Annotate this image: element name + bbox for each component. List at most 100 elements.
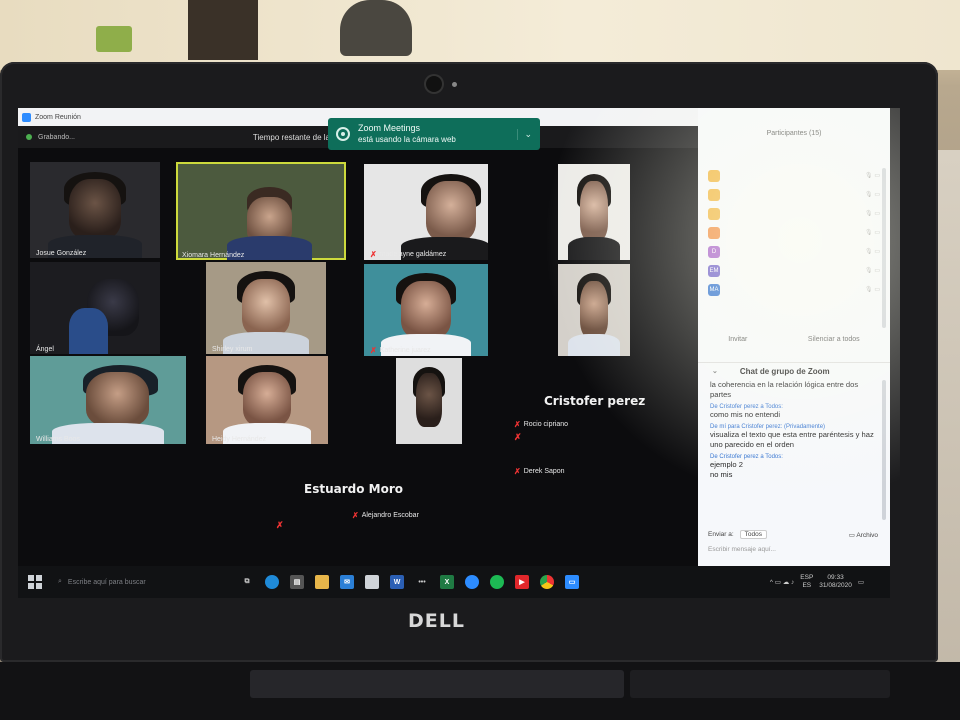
message-body: la coherencia en la relación lógica entr…: [710, 380, 859, 399]
message-body: como mis no entendi: [710, 410, 781, 419]
chat-send-row: Enviar a: Todos ▭ Archivo: [698, 530, 890, 539]
participant-video: [69, 179, 121, 239]
windows-start-icon[interactable]: [28, 575, 42, 589]
participant-row[interactable]: 🎙 ▭: [698, 166, 890, 185]
app-icon[interactable]: •••: [415, 575, 429, 589]
background-object: [188, 0, 258, 60]
record-dot-icon: [26, 134, 32, 140]
video-tile-active-speaker[interactable]: Xiomara Hernández: [176, 162, 346, 260]
mic-muted-icon: ✗: [352, 511, 359, 520]
participant-row[interactable]: 🎙 ▭: [698, 204, 890, 223]
clock-time: 09:33: [827, 574, 844, 581]
tray-icons[interactable]: ^ ▭ ☁ ♪: [770, 578, 794, 586]
avatar: [708, 169, 720, 182]
mic-muted-icon: ✗: [514, 466, 521, 476]
webcam-icon: [336, 127, 350, 141]
camera-notification[interactable]: Zoom Meetings está usando la cámara web …: [328, 118, 540, 150]
mute-all-button[interactable]: Silenciar a todos: [808, 336, 860, 343]
message-body: visualiza el texto que esta entre parént…: [710, 430, 874, 449]
mic-icon: 🎙 ▭: [865, 211, 880, 217]
chrome-icon[interactable]: [540, 575, 554, 589]
chat-scrollbar[interactable]: [882, 380, 886, 520]
participant-shirt: [69, 308, 108, 354]
participant-row[interactable]: EM 🎙 ▭: [698, 261, 890, 280]
participant-name: Josue González: [36, 250, 87, 257]
participant-row[interactable]: MA 🎙 ▭: [698, 280, 890, 299]
task-view-icon[interactable]: ⧉: [240, 575, 254, 589]
clock[interactable]: 09:33 31/08/2020: [819, 574, 852, 590]
participant-name: Katherine juarez: [379, 347, 431, 354]
store-icon[interactable]: ▤: [290, 575, 304, 589]
video-tile[interactable]: [396, 358, 462, 444]
webcam: [426, 76, 442, 92]
video-tile[interactable]: ✗ madelayne galdámez: [364, 164, 488, 260]
participant-row[interactable]: 🎙 ▭: [698, 223, 890, 242]
participant-row[interactable]: 🎙 ▭: [698, 185, 890, 204]
word-icon[interactable]: W: [390, 575, 404, 589]
photos-icon[interactable]: [365, 575, 379, 589]
video-tile[interactable]: Williams Boos: [30, 356, 186, 444]
participant-video: [86, 371, 149, 427]
taskbar-apps: ⧉ ▤ ✉ W ••• X ▶ ▭: [240, 575, 579, 589]
mic-icon: 🎙 ▭: [865, 173, 880, 179]
time-remaining-label: Tiempo restante de la: [252, 132, 330, 142]
language-indicator[interactable]: ESP ES: [800, 574, 813, 590]
file-explorer-icon[interactable]: [315, 575, 329, 589]
youtube-icon[interactable]: ▶: [515, 575, 529, 589]
participant-name-tile[interactable]: Estuardo Moro: [304, 482, 403, 496]
video-tile[interactable]: [558, 164, 630, 260]
chevron-down-icon[interactable]: ⌄: [712, 367, 718, 375]
mail-icon[interactable]: ✉: [340, 575, 354, 589]
zoom-icon[interactable]: ▭: [565, 575, 579, 589]
avatar: [708, 188, 720, 201]
side-panel: Participantes (15) 🎙 ▭ 🎙 ▭ 🎙 ▭ 🎙 ▭ D 🎙 ▭ …: [698, 108, 890, 576]
invite-button[interactable]: Invitar: [728, 336, 747, 343]
video-tile[interactable]: Shirley xirum: [206, 262, 326, 354]
participant-name-tile[interactable]: Cristofer perez: [544, 394, 645, 408]
wall: [0, 0, 960, 70]
mic-icon: 🎙 ▭: [865, 230, 880, 236]
avatar: [708, 226, 720, 239]
background-box: [96, 26, 132, 52]
chevron-down-icon[interactable]: ⌄: [517, 128, 532, 140]
excel-icon[interactable]: X: [440, 575, 454, 589]
file-button[interactable]: ▭ Archivo: [849, 531, 878, 539]
laptop-base: [0, 662, 960, 720]
participant-name: Alejandro Escobar: [361, 512, 419, 519]
mic-muted-icon: ✗: [514, 432, 522, 442]
search-placeholder: Escribe aquí para buscar: [67, 578, 146, 586]
video-tile[interactable]: Ángel: [30, 262, 160, 354]
video-tile[interactable]: Heidy Hernández: [206, 356, 328, 444]
participant-name: Williams Boos: [36, 436, 80, 443]
avatar: D: [708, 245, 720, 258]
notifications-icon[interactable]: ▭: [858, 578, 864, 586]
system-tray: ^ ▭ ☁ ♪ ESP ES 09:33 31/08/2020 ▭: [770, 574, 864, 590]
webcam-led: [452, 82, 457, 87]
participant-row[interactable]: D 🎙 ▭: [698, 242, 890, 261]
taskbar-search[interactable]: ⌕ Escribe aquí para buscar: [58, 572, 228, 592]
chat-messages: la coherencia en la relación lógica entr…: [698, 380, 876, 484]
edge-icon[interactable]: [265, 575, 279, 589]
participant-video: [579, 181, 609, 241]
participant-video: [242, 278, 290, 336]
chat-input[interactable]: Escribir mensaje aquí...: [708, 546, 776, 553]
notification-title: Zoom Meetings: [358, 123, 421, 133]
send-to-label: Enviar a:: [708, 531, 734, 538]
chat-message: De mí para Cristofer perez: (Privadament…: [710, 424, 876, 450]
mic-icon: 🎙 ▭: [865, 287, 880, 293]
video-tile[interactable]: [558, 264, 630, 356]
video-tile[interactable]: Josue González: [30, 162, 160, 258]
spotify-icon[interactable]: [490, 575, 504, 589]
laptop-hinge: [630, 670, 890, 698]
laptop-screen: Zoom Reunión Grabando... Tiempo restante…: [18, 108, 890, 598]
avatar: [708, 207, 720, 220]
participant-name: madelayne galdámez: [379, 251, 447, 258]
participant-shirt: [568, 333, 620, 356]
skype-icon[interactable]: [465, 575, 479, 589]
send-to-select[interactable]: Todos: [739, 530, 768, 539]
participant-name: Xiomara Hernández: [182, 252, 245, 259]
participant-video: [579, 280, 609, 338]
mic-muted-icon: ✗: [370, 250, 377, 259]
participant-name: Ángel: [36, 346, 54, 353]
video-tile[interactable]: ✗ Katherine juarez: [364, 264, 488, 356]
